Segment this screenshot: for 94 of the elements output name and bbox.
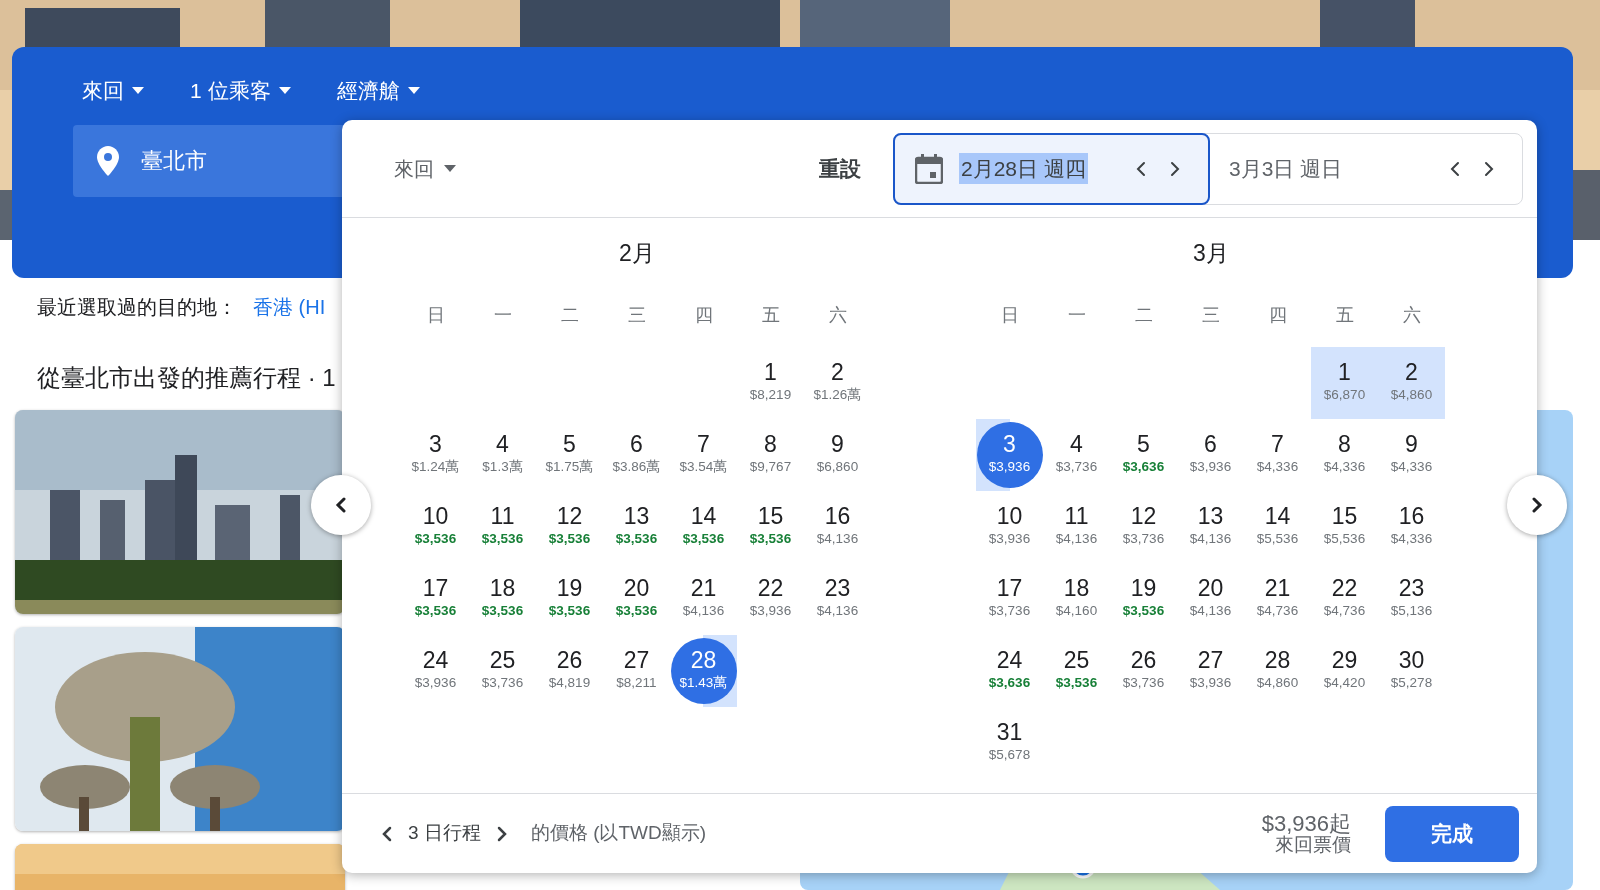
date-cell[interactable]: 27 $8,211	[603, 637, 670, 704]
caret-icon	[132, 87, 144, 95]
weekday-label: 五	[1335, 304, 1354, 327]
date-cell[interactable]: 12 $3,736	[1110, 493, 1177, 560]
date-cell[interactable]: 28 $1.43萬	[670, 637, 737, 704]
weekday-label: 二	[1134, 304, 1153, 327]
date-cell[interactable]: 19 $3,536	[536, 565, 603, 632]
date-cell[interactable]: 14 $5,536	[1244, 493, 1311, 560]
date-cell[interactable]: 13 $3,536	[603, 493, 670, 560]
date-cell[interactable]: 20 $3,536	[603, 565, 670, 632]
chevron-right-icon	[1530, 497, 1544, 513]
date-cell[interactable]: 22 $3,936	[737, 565, 804, 632]
date-cell[interactable]: 9 $6,860	[804, 421, 871, 488]
date-cell[interactable]: 3 $1.24萬	[402, 421, 469, 488]
date-cell[interactable]: 26 $3,736	[1110, 637, 1177, 704]
date-cell[interactable]: 21 $4,136	[670, 565, 737, 632]
date-cell[interactable]: 2 $1.26萬	[804, 349, 871, 416]
date-cell[interactable]: 23 $5,136	[1378, 565, 1445, 632]
month-title: 3月	[1193, 240, 1229, 266]
date-cell[interactable]: 4 $1.3萬	[469, 421, 536, 488]
date-cell[interactable]: 15 $3,536	[737, 493, 804, 560]
date-cell[interactable]: 24 $3,636	[976, 637, 1043, 704]
lowest-price: $3,936起	[1261, 812, 1351, 836]
date-cell[interactable]: 20 $4,136	[1177, 565, 1244, 632]
date-cell[interactable]: 8 $4,336	[1311, 421, 1378, 488]
dropdown-button[interactable]: 來回	[82, 75, 144, 107]
price-type: 來回票價	[1275, 835, 1351, 855]
month-title: 2月	[619, 240, 655, 266]
chevron-left-icon	[334, 497, 348, 513]
weekday-label: 日	[1000, 304, 1019, 327]
date-cell[interactable]: 25 $3,536	[1043, 637, 1110, 704]
date-cell[interactable]: 3 $3,936	[976, 421, 1043, 488]
weekday-label: 六	[828, 304, 847, 327]
price-note: 的價格 (以TWD顯示)	[530, 821, 707, 846]
section-title: 從臺北市出發的推薦行程 · 1	[37, 364, 336, 391]
date-cell[interactable]: 16 $4,336	[1378, 493, 1445, 560]
date-cell[interactable]: 18 $3,536	[469, 565, 536, 632]
date-cell[interactable]: 27 $3,936	[1177, 637, 1244, 704]
dropdown-button[interactable]: 1 位乘客	[190, 75, 291, 107]
dropdown-button[interactable]: 經濟艙	[336, 75, 420, 107]
date-cell[interactable]: 28 $4,860	[1244, 637, 1311, 704]
caret-icon	[444, 165, 456, 172]
date-cell[interactable]: 31 $5,678	[976, 709, 1043, 776]
date-cell[interactable]: 17 $3,536	[402, 565, 469, 632]
weekday-label: 二	[560, 304, 579, 327]
destination-link[interactable]: 香港 (HI	[253, 292, 326, 322]
date-cell[interactable]: 15 $5,536	[1311, 493, 1378, 560]
date-cell[interactable]: 4 $3,736	[1043, 421, 1110, 488]
trip-duration: 3 日行程	[408, 821, 481, 846]
date-cell[interactable]: 7 $4,336	[1244, 421, 1311, 488]
location-pin-icon	[97, 145, 119, 176]
weekday-label: 六	[1402, 304, 1421, 327]
done-button[interactable]: 完成	[1385, 805, 1519, 862]
date-cell[interactable]: 5 $3,636	[1110, 421, 1177, 488]
weekday-label: 三	[627, 304, 646, 327]
date-cell[interactable]: 29 $4,420	[1311, 637, 1378, 704]
date-cell[interactable]: 9 $4,336	[1378, 421, 1445, 488]
weekday-label: 一	[493, 304, 512, 327]
weekday-label: 四	[1268, 304, 1287, 327]
date-cell[interactable]: 11 $4,136	[1043, 493, 1110, 560]
date-cell[interactable]: 12 $3,536	[536, 493, 603, 560]
date-cell[interactable]: 24 $3,936	[402, 637, 469, 704]
reset-button[interactable]: 重設	[811, 148, 869, 189]
date-cell[interactable]: 16 $4,136	[804, 493, 871, 560]
weekday-label: 一	[1067, 304, 1086, 327]
date-cell[interactable]: 30 $5,278	[1378, 637, 1445, 704]
date-cell[interactable]: 22 $4,736	[1311, 565, 1378, 632]
caret-icon	[407, 87, 420, 95]
date-cell[interactable]: 21 $4,736	[1244, 565, 1311, 632]
caret-icon	[278, 87, 291, 95]
date-cell[interactable]: 10 $3,536	[402, 493, 469, 560]
weekday-label: 三	[1201, 304, 1220, 327]
date-cell[interactable]: 11 $3,536	[469, 493, 536, 560]
date-cell[interactable]: 5 $1.75萬	[536, 421, 603, 488]
date-cell[interactable]: 26 $4,819	[536, 637, 603, 704]
date-cell[interactable]: 25 $3,736	[469, 637, 536, 704]
date-cell[interactable]: 13 $4,136	[1177, 493, 1244, 560]
date-cell[interactable]: 6 $3.86萬	[603, 421, 670, 488]
date-cell[interactable]: 7 $3.54萬	[670, 421, 737, 488]
date-cell[interactable]: 8 $9,767	[737, 421, 804, 488]
date-cell[interactable]: 10 $3,936	[976, 493, 1043, 560]
chevron-left-icon	[380, 825, 394, 842]
weekday-label: 日	[426, 304, 445, 327]
date-cell[interactable]: 14 $3,536	[670, 493, 737, 560]
weekday-label: 五	[761, 304, 780, 327]
date-cell[interactable]: 1 $8,219	[737, 349, 804, 416]
weekday-label: 四	[694, 304, 713, 327]
date-cell[interactable]: 19 $3,536	[1110, 565, 1177, 632]
recent-label: 最近選取過的目的地：	[37, 295, 237, 320]
date-cell[interactable]: 6 $3,936	[1177, 421, 1244, 488]
dropdown-button[interactable]: 來回	[394, 153, 456, 184]
date-cell[interactable]: 18 $4,160	[1043, 565, 1110, 632]
date-cell[interactable]: 23 $4,136	[804, 565, 871, 632]
date-cell[interactable]: 17 $3,736	[976, 565, 1043, 632]
